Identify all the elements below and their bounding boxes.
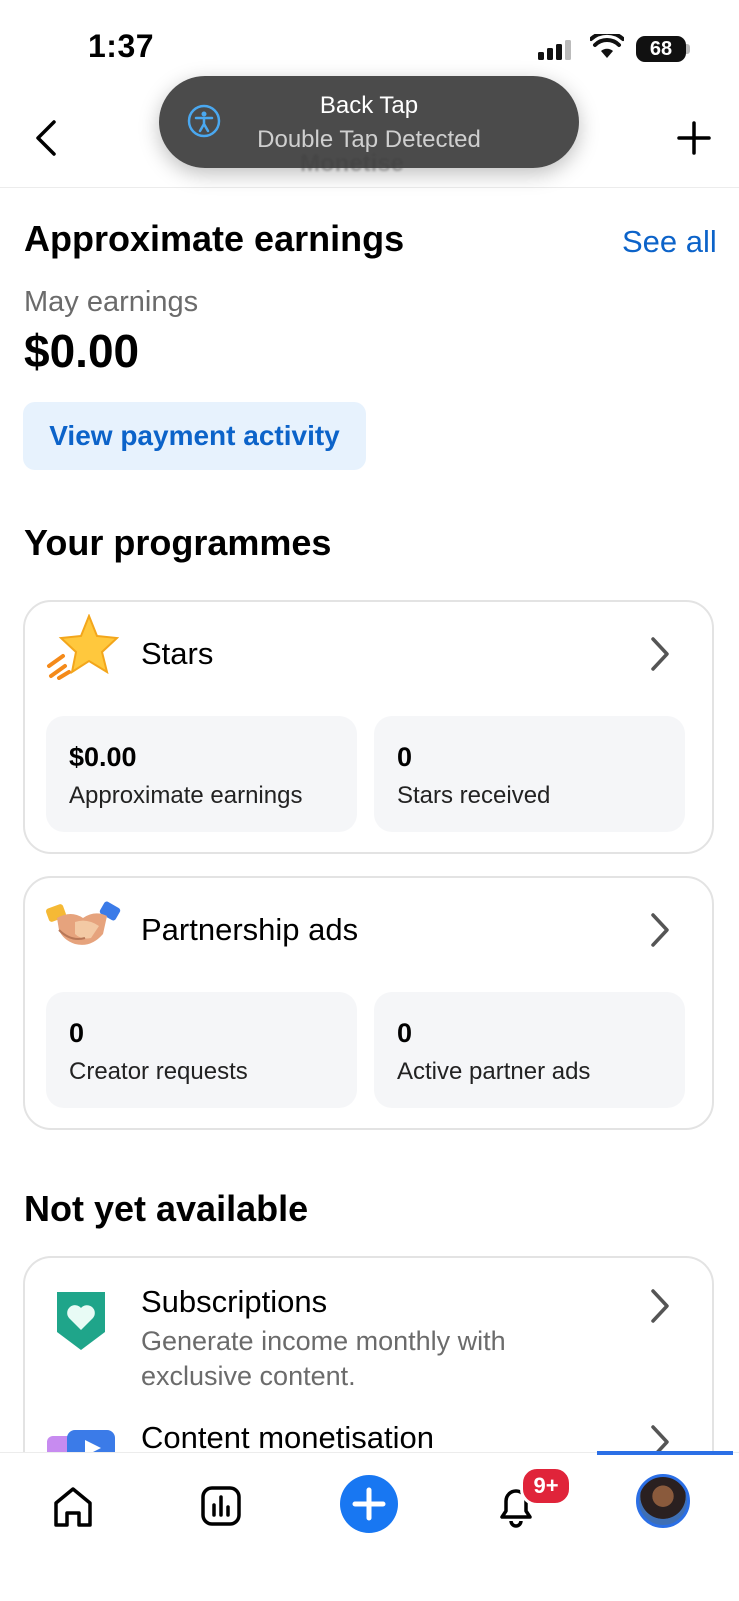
see-all-link[interactable]: See all	[622, 224, 717, 260]
stat-label: Active partner ads	[397, 1058, 591, 1085]
month-label: May earnings	[24, 286, 199, 318]
stat-value: 0	[69, 1018, 85, 1048]
back-tap-toast: Back Tap Double Tap Detected	[159, 76, 579, 168]
stat-value: $0.00	[69, 742, 137, 772]
stat-label: Approximate earnings	[69, 782, 303, 809]
stat-label: Creator requests	[69, 1058, 248, 1085]
status-time: 1:37	[88, 28, 155, 64]
home-icon[interactable]	[52, 1485, 94, 1529]
create-icon[interactable]	[340, 1475, 398, 1533]
subscriptions-title: Subscriptions	[141, 1284, 328, 1319]
insights-icon[interactable]	[200, 1485, 242, 1527]
programmes-heading: Your programmes	[24, 522, 332, 563]
earnings-heading: Approximate earnings	[24, 218, 405, 259]
stat-tile: 0 Stars received	[374, 716, 685, 832]
content-monetisation-title: Content monetisation	[141, 1420, 434, 1455]
battery-tip	[686, 44, 690, 54]
notification-badge: 9+	[520, 1466, 572, 1506]
heart-shield-icon	[57, 1292, 105, 1350]
stat-tile: $0.00 Approximate earnings	[46, 716, 357, 832]
handshake-icon	[45, 901, 121, 945]
signal-icon	[538, 40, 571, 60]
partnership-ads-card[interactable]: Partnership ads 0 Creator requests 0 Act…	[23, 876, 714, 1130]
stat-value: 0	[397, 742, 413, 772]
subscriptions-description: Generate income monthly with exclusive c…	[141, 1326, 506, 1391]
bottom-nav	[0, 1452, 739, 1601]
chevron-right-icon	[651, 637, 669, 671]
programme-name: Stars	[141, 636, 214, 671]
stat-value: 0	[397, 1018, 413, 1048]
nav-active-indicator	[597, 1451, 733, 1455]
programme-name: Partnership ads	[141, 912, 359, 947]
chevron-right-icon	[651, 1289, 669, 1323]
stat-tile: 0 Creator requests	[46, 992, 357, 1108]
earnings-amount: $0.00	[24, 325, 140, 377]
stat-tile: 0 Active partner ads	[374, 992, 685, 1108]
star-icon	[47, 614, 119, 680]
battery-indicator: 68	[636, 36, 686, 62]
stat-label: Stars received	[397, 782, 551, 809]
view-payment-activity-button[interactable]: View payment activity	[23, 402, 366, 470]
toast-title: Back Tap	[319, 92, 419, 119]
avatar[interactable]	[636, 1474, 690, 1528]
back-arrow-icon[interactable]	[30, 118, 66, 158]
chevron-right-icon	[651, 913, 669, 947]
stars-card[interactable]: Stars $0.00 Approximate earnings 0 Stars…	[23, 600, 714, 854]
not-available-heading: Not yet available	[24, 1188, 309, 1229]
toast-subtitle: Double Tap Detected	[257, 126, 481, 153]
header-divider	[0, 187, 739, 188]
wifi-icon	[590, 34, 624, 58]
plus-icon[interactable]	[676, 120, 712, 156]
